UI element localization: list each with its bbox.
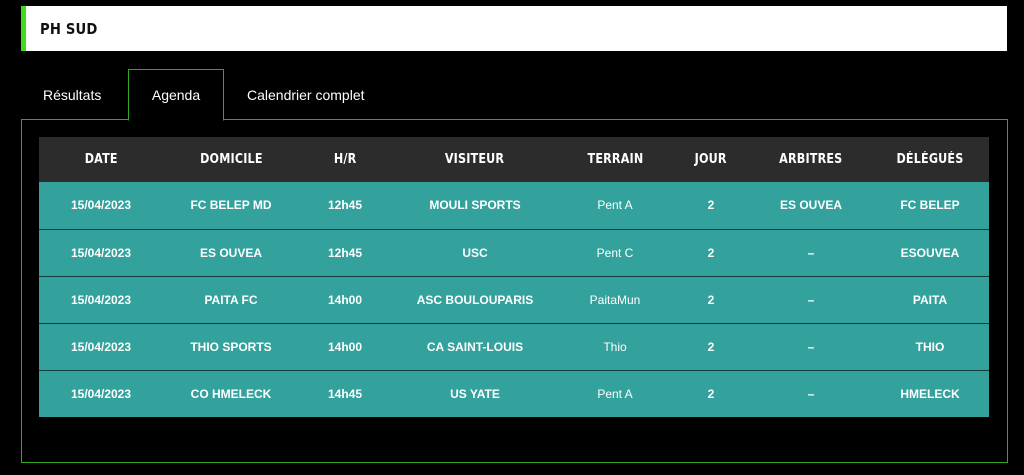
cell-heure: 14h45 — [299, 369, 391, 417]
cell-domicile: THIO SPORTS — [163, 322, 299, 370]
cell-jour: 2 — [671, 228, 751, 276]
cell-arbitres: – — [751, 275, 871, 323]
cell-jour: 2 — [671, 369, 751, 417]
cell-date: 15/04/2023 — [39, 275, 163, 323]
cell-jour: 2 — [671, 322, 751, 370]
cell-jour: 2 — [671, 275, 751, 323]
cell-heure: 12h45 — [299, 228, 391, 276]
agenda-table: DATE DOMICILE H/R VISITEUR TERRAIN JOUR … — [39, 137, 989, 417]
column-header-jour: JOUR — [671, 137, 751, 182]
column-header-date: DATE — [39, 137, 163, 182]
cell-terrain: PaitaMun — [559, 275, 671, 323]
cell-domicile: PAITA FC — [163, 275, 299, 323]
column-header-terrain: TERRAIN — [559, 137, 671, 182]
cell-terrain: Pent A — [559, 369, 671, 417]
tab-calendrier-complet[interactable]: Calendrier complet — [224, 69, 387, 121]
cell-arbitres: ES OUVEA — [751, 182, 871, 229]
cell-domicile: FC BELEP MD — [163, 182, 299, 229]
tab-bar: Résultats Agenda Calendrier complet — [21, 69, 387, 121]
cell-visiteur: MOULI SPORTS — [391, 182, 559, 229]
cell-heure: 14h00 — [299, 322, 391, 370]
cell-terrain: Thio — [559, 322, 671, 370]
table-row: 15/04/2023 ES OUVEA 12h45 USC Pent C 2 –… — [39, 228, 989, 276]
cell-delegues: THIO — [871, 322, 989, 370]
cell-date: 15/04/2023 — [39, 322, 163, 370]
table-row: 15/04/2023 FC BELEP MD 12h45 MOULI SPORT… — [39, 182, 989, 229]
table-row: 15/04/2023 THIO SPORTS 14h00 CA SAINT-LO… — [39, 322, 989, 370]
cell-visiteur: USC — [391, 228, 559, 276]
cell-domicile: ES OUVEA — [163, 228, 299, 276]
column-header-delegues: DÉLÉGUÉS — [871, 137, 989, 182]
cell-date: 15/04/2023 — [39, 228, 163, 276]
table-row: 15/04/2023 CO HMELECK 14h45 US YATE Pent… — [39, 369, 989, 417]
column-header-domicile: DOMICILE — [163, 137, 299, 182]
cell-delegues: PAITA — [871, 275, 989, 323]
cell-visiteur: ASC BOULOUPARIS — [391, 275, 559, 323]
table-header-row: DATE DOMICILE H/R VISITEUR TERRAIN JOUR … — [39, 137, 989, 182]
column-header-arbitres: ARBITRES — [751, 137, 871, 182]
cell-date: 15/04/2023 — [39, 182, 163, 229]
cell-heure: 14h00 — [299, 275, 391, 323]
page-title: PH SUD — [40, 19, 98, 38]
cell-date: 15/04/2023 — [39, 369, 163, 417]
cell-heure: 12h45 — [299, 182, 391, 229]
cell-terrain: Pent C — [559, 228, 671, 276]
cell-visiteur: US YATE — [391, 369, 559, 417]
title-bar: PH SUD — [21, 6, 1007, 51]
cell-delegues: FC BELEP — [871, 182, 989, 229]
tab-resultats[interactable]: Résultats — [21, 69, 128, 121]
table-row: 15/04/2023 PAITA FC 14h00 ASC BOULOUPARI… — [39, 275, 989, 323]
cell-delegues: ESOUVEA — [871, 228, 989, 276]
cell-arbitres: – — [751, 322, 871, 370]
cell-domicile: CO HMELECK — [163, 369, 299, 417]
cell-delegues: HMELECK — [871, 369, 989, 417]
cell-arbitres: – — [751, 228, 871, 276]
column-header-visiteur: VISITEUR — [391, 137, 559, 182]
cell-jour: 2 — [671, 182, 751, 229]
cell-terrain: Pent A — [559, 182, 671, 229]
tab-agenda[interactable]: Agenda — [128, 69, 224, 121]
cell-visiteur: CA SAINT-LOUIS — [391, 322, 559, 370]
column-header-heure: H/R — [299, 137, 391, 182]
cell-arbitres: – — [751, 369, 871, 417]
